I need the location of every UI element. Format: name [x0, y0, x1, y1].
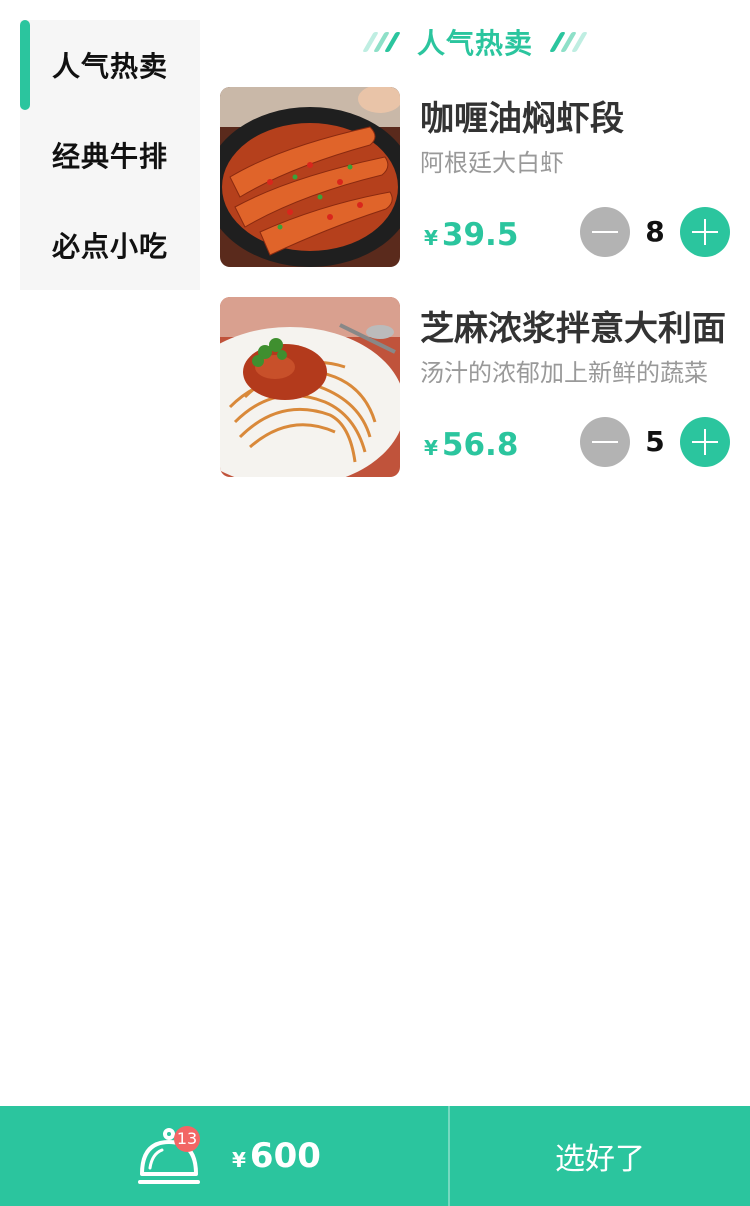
decorative-slashes-left	[362, 32, 401, 52]
cart-footer: 13 ¥600 选好了	[0, 1106, 750, 1206]
dish-card: 芝麻浓浆拌意大利面 汤汁的浓郁加上新鲜的蔬菜 ¥56.8 5	[220, 297, 732, 477]
quantity-value: 5	[645, 425, 665, 458]
quantity-stepper: 5	[580, 417, 732, 469]
dish-description: 汤汁的浓郁加上新鲜的蔬菜	[420, 359, 708, 387]
currency-symbol: ¥	[232, 1148, 246, 1172]
decorative-slashes-right	[549, 32, 588, 52]
increase-quantity-button[interactable]	[680, 417, 730, 467]
dish-image-shrimp	[220, 87, 400, 267]
total-amount: 600	[249, 1136, 321, 1176]
section-header: 人气热卖	[360, 22, 590, 62]
quantity-stepper: 8	[580, 207, 732, 259]
dish-description: 阿根廷大白虾	[420, 149, 564, 177]
dish-name: 咖喱油焖虾段	[420, 99, 624, 139]
increase-quantity-button[interactable]	[680, 207, 730, 257]
sidebar-item-snacks[interactable]: 必点小吃	[20, 200, 200, 290]
sidebar-item-steak[interactable]: 经典牛排	[20, 110, 200, 200]
section-title: 人气热卖	[416, 27, 533, 60]
decrease-quantity-button[interactable]	[580, 207, 630, 257]
dish-name: 芝麻浓浆拌意大利面	[420, 309, 726, 349]
price-amount: 56.8	[441, 427, 519, 463]
price-amount: 39.5	[441, 217, 519, 253]
sidebar-item-label: 人气热卖	[51, 50, 168, 83]
dish-card: 咖喱油焖虾段 阿根廷大白虾 ¥39.5 8	[220, 87, 732, 267]
decrease-quantity-button[interactable]	[580, 417, 630, 467]
cart-count-badge: 13	[174, 1126, 200, 1152]
category-sidebar: 人气热卖 经典牛排 必点小吃	[20, 20, 200, 290]
currency-symbol: ¥	[424, 226, 438, 250]
currency-symbol: ¥	[424, 436, 438, 460]
sidebar-item-label: 必点小吃	[51, 230, 168, 263]
dish-image-spaghetti	[220, 297, 400, 477]
quantity-value: 8	[645, 215, 665, 248]
dish-price: ¥56.8	[424, 427, 518, 463]
cart-total: ¥600	[232, 1136, 321, 1176]
dish-price: ¥39.5	[424, 217, 518, 253]
sidebar-item-popular[interactable]: 人气热卖	[20, 20, 200, 110]
checkout-button[interactable]: 选好了	[450, 1106, 750, 1206]
sidebar-item-label: 经典牛排	[51, 140, 168, 173]
